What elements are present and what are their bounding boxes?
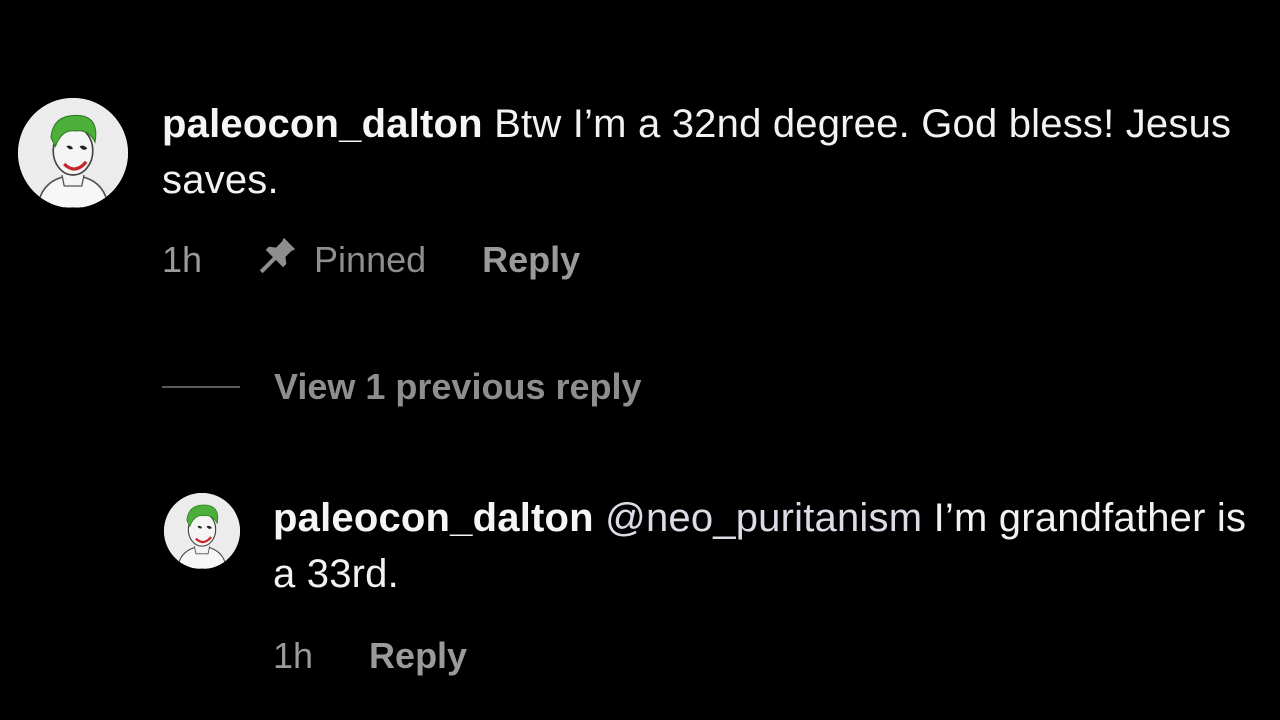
thread-line xyxy=(162,386,240,388)
avatar-illustration xyxy=(18,98,128,208)
reply-button[interactable]: Reply xyxy=(482,239,580,281)
pinned-label: Pinned xyxy=(314,239,427,280)
user-avatar[interactable] xyxy=(18,98,128,208)
reply-reply-button[interactable]: Reply xyxy=(369,635,467,677)
pin-icon xyxy=(254,233,314,288)
reply-body: paleocon_dalton @neo_puritanism I’m gran… xyxy=(273,490,1253,602)
view-replies-label: View 1 previous reply xyxy=(274,366,642,407)
reply-timestamp: 1h xyxy=(273,635,314,676)
comment-meta: 1h Pinned Reply xyxy=(162,236,580,284)
comment-timestamp: 1h xyxy=(162,239,203,280)
comment-username[interactable]: paleocon_dalton xyxy=(162,102,483,146)
reply-user-avatar[interactable] xyxy=(164,493,240,569)
reply-mention[interactable]: @neo_puritanism xyxy=(605,496,922,540)
pinned-indicator: Pinned xyxy=(254,233,426,288)
comment-body: paleocon_dalton Btw I’m a 32nd degree. G… xyxy=(162,96,1242,208)
avatar-illustration xyxy=(164,493,240,569)
view-previous-replies-button[interactable]: View 1 previous reply xyxy=(162,362,642,412)
reply-meta: 1h Reply xyxy=(273,632,467,680)
comments-view: paleocon_dalton Btw I’m a 32nd degree. G… xyxy=(0,0,1280,720)
reply-username[interactable]: paleocon_dalton xyxy=(273,496,594,540)
